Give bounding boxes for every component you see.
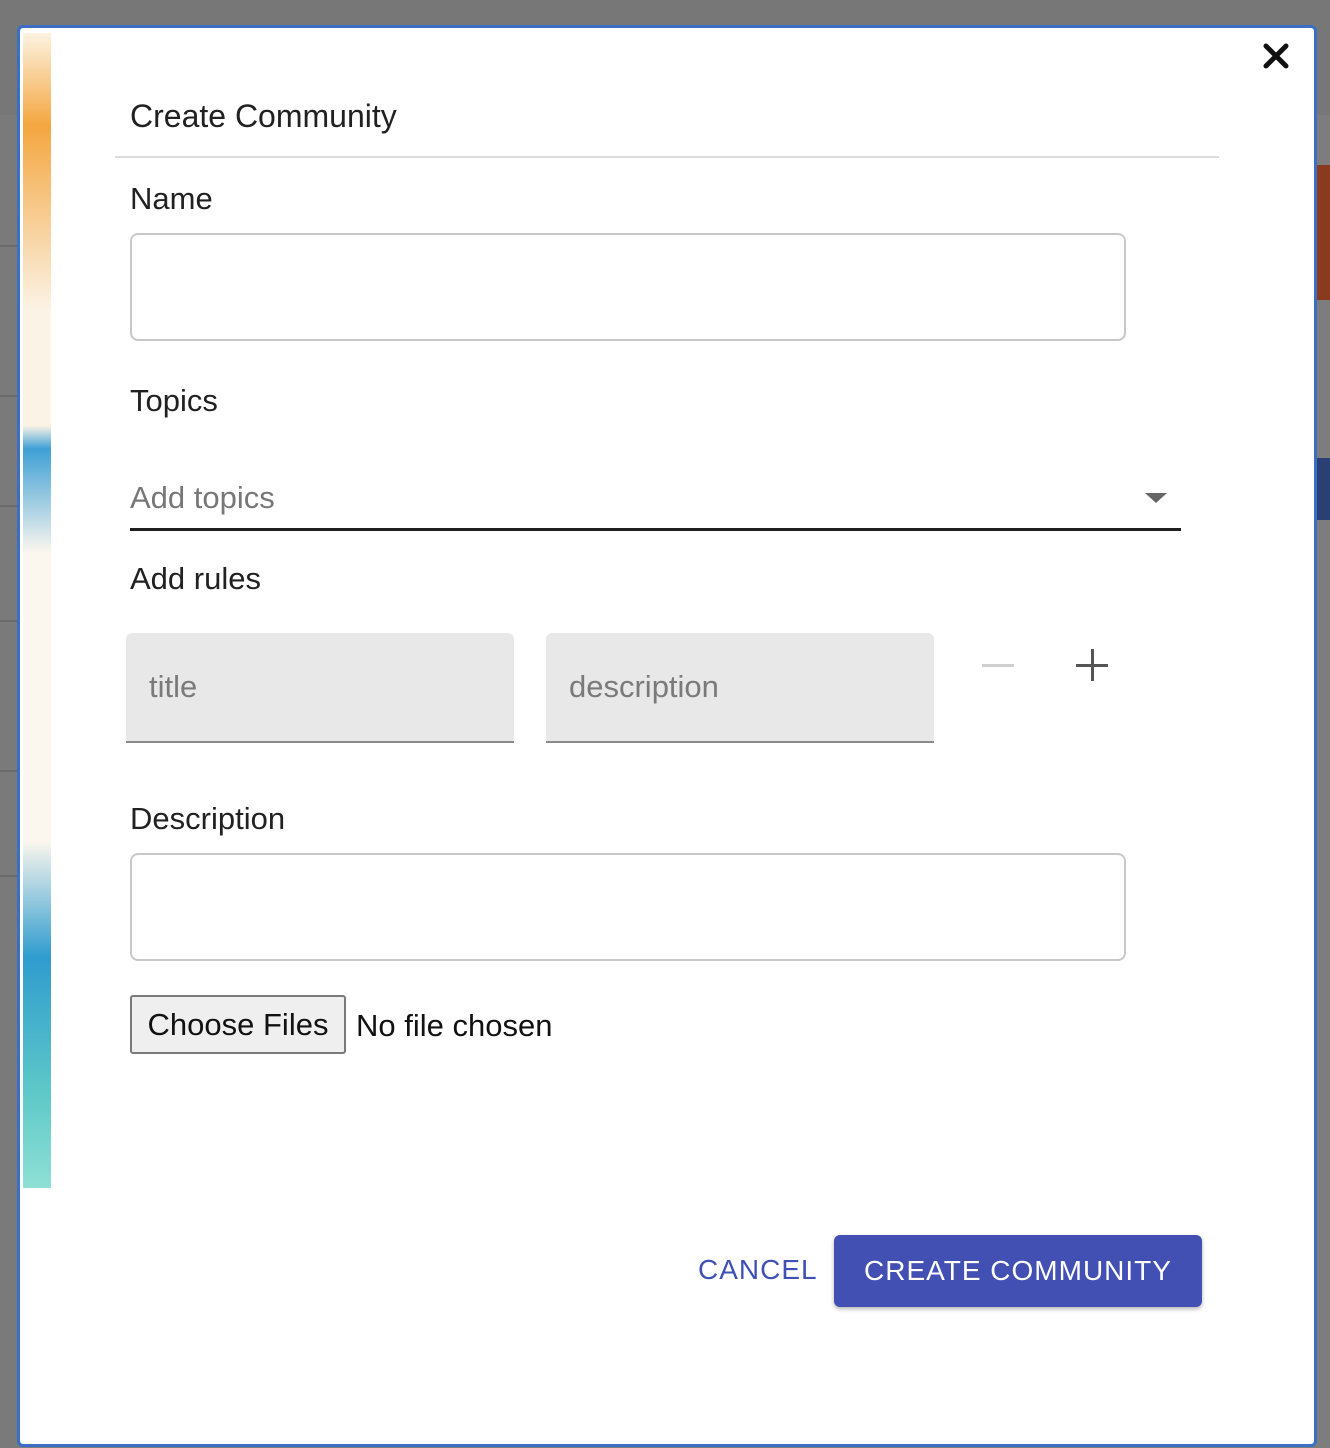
rule-description-placeholder: description [569,669,719,704]
topics-label: Topics [130,383,218,418]
rule-description-input[interactable]: description [546,633,934,743]
choose-files-button[interactable]: Choose Files [130,995,346,1054]
rules-label: Add rules [130,561,261,596]
description-label: Description [130,801,286,836]
dialog-title: Create Community [130,98,397,134]
create-community-dialog: Create Community Name Topics Add topics … [17,25,1317,1447]
title-divider [115,156,1219,158]
file-status: No file chosen [356,1008,553,1043]
rule-title-input[interactable]: title [126,633,514,743]
cover-image [23,33,51,1188]
background-thumbnail [1316,165,1330,300]
remove-rule-icon[interactable] [982,664,1014,667]
cancel-button[interactable]: CANCEL [698,1254,818,1286]
chevron-down-icon[interactable] [1145,493,1167,503]
topics-select[interactable]: Add topics [130,468,1181,531]
add-rule-icon[interactable] [1076,648,1112,684]
close-icon[interactable] [1258,38,1294,74]
rule-title-placeholder: title [149,669,198,704]
description-input[interactable] [130,853,1126,961]
background-button [1316,458,1330,520]
topics-placeholder: Add topics [130,480,275,515]
name-label: Name [130,181,213,216]
name-input[interactable] [130,233,1126,341]
create-community-button[interactable]: CREATE COMMUNITY [834,1235,1202,1307]
